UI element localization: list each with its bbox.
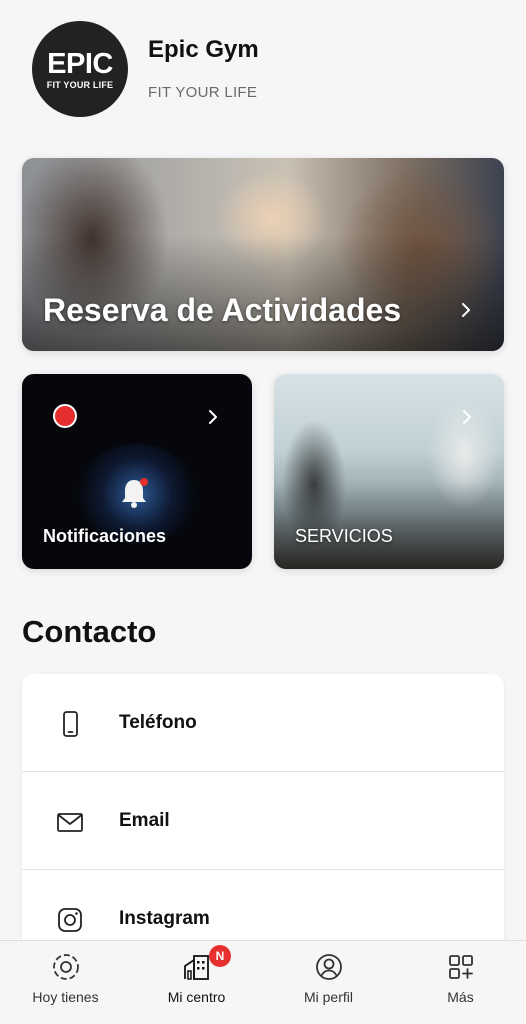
- contact-row-telefono[interactable]: Teléfono: [22, 674, 504, 772]
- gym-header: EPIC FIT YOUR LIFE Epic Gym FIT YOUR LIF…: [0, 0, 526, 130]
- gym-name: Epic Gym: [148, 36, 259, 63]
- bottom-tab-bar: Hoy tienes N Mi centro Mi perfil Más: [0, 940, 526, 1024]
- gym-tagline: FIT YOUR LIFE: [148, 84, 258, 101]
- building-icon: [182, 952, 212, 982]
- tab-label: Hoy tienes: [32, 989, 99, 1005]
- contacto-title: Contacto: [22, 614, 157, 649]
- servicios-card-title: SERVICIOS: [295, 526, 393, 546]
- tab-mi-perfil[interactable]: Mi perfil: [263, 941, 394, 1024]
- tab-label: Más: [447, 989, 474, 1005]
- logo-main-text: EPIC: [47, 47, 113, 80]
- servicios-card[interactable]: SERVICIOS: [274, 374, 504, 569]
- notificaciones-card[interactable]: Notificaciones: [22, 374, 252, 569]
- tab-hoy-tienes[interactable]: Hoy tienes: [0, 941, 131, 1024]
- instagram-icon: [56, 906, 84, 934]
- tab-mi-centro[interactable]: N Mi centro: [131, 941, 262, 1024]
- phone-icon: [56, 710, 84, 738]
- bell-icon: [118, 476, 150, 515]
- tab-label: Mi perfil: [303, 989, 353, 1005]
- gym-logo: EPIC FIT YOUR LIFE: [32, 21, 128, 117]
- app-screen: EPIC FIT YOUR LIFE Epic Gym FIT YOUR LIF…: [0, 0, 526, 1024]
- tab-label: Mi centro: [167, 989, 226, 1005]
- tab-mas[interactable]: Más: [395, 941, 526, 1024]
- chevron-right-icon: [206, 410, 220, 424]
- user-circle-icon: [314, 952, 344, 982]
- contact-row-email[interactable]: Email: [22, 772, 504, 870]
- chevron-right-icon: [459, 303, 473, 317]
- contact-label: Teléfono: [119, 712, 197, 733]
- mail-icon: [56, 808, 84, 836]
- contact-label: Instagram: [119, 908, 210, 929]
- unread-indicator: [53, 404, 77, 428]
- reserva-actividades-card[interactable]: Reserva de Actividades: [22, 158, 504, 351]
- contact-list: Teléfono Email Instagram: [22, 674, 504, 974]
- notificaciones-card-title: Notificaciones: [43, 526, 167, 546]
- logo-sub-text: FIT YOUR LIFE: [46, 79, 114, 90]
- grid-plus-icon: [446, 952, 476, 982]
- contact-label: Email: [119, 810, 170, 831]
- target-icon: [51, 952, 81, 982]
- chevron-right-icon: [460, 410, 474, 424]
- notification-badge: N: [209, 945, 231, 967]
- reserva-card-title: Reserva de Actividades: [43, 292, 402, 328]
